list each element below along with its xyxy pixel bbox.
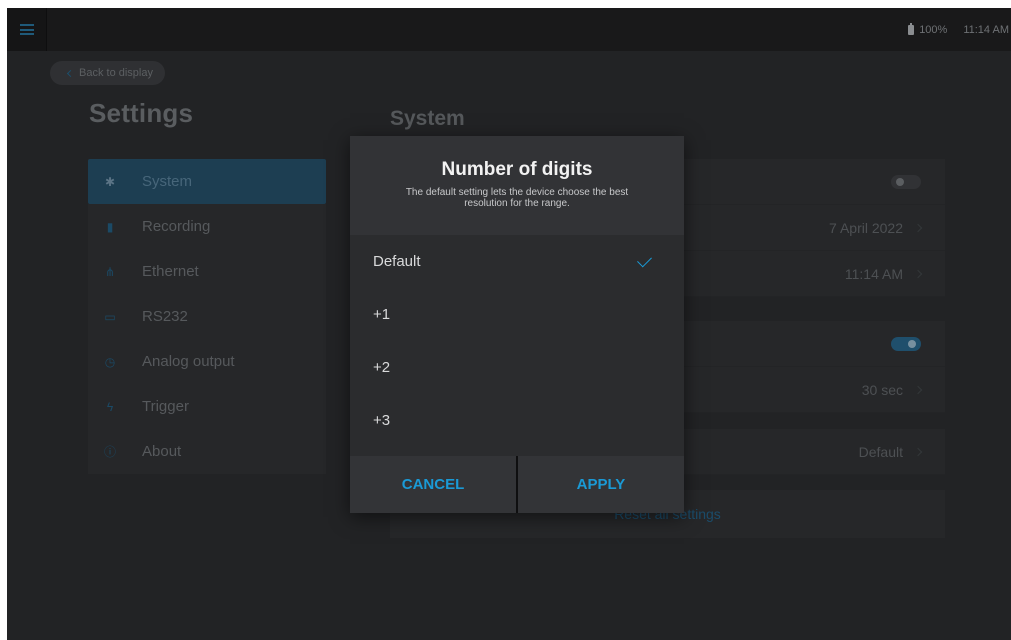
digit-options-list: Default +1 +2 +3 [350, 235, 684, 447]
chevron-right-icon [913, 269, 923, 278]
option-label: Default [373, 253, 421, 270]
hamburger-icon [19, 24, 34, 35]
network-icon: ⋔ [104, 264, 116, 279]
chevron-left-icon [66, 69, 75, 77]
check-icon [637, 252, 652, 267]
apply-button[interactable]: APPLY [518, 456, 684, 513]
sidebar-item-label: Recording [142, 218, 211, 235]
sidebar-item-rs232[interactable]: ▭ RS232 [88, 294, 326, 339]
battery-indicator: 100% [908, 22, 948, 36]
section-title: System [390, 107, 465, 130]
toggle-switch[interactable] [891, 174, 921, 189]
back-to-display-button[interactable]: Back to display [50, 61, 165, 85]
device-screen: 100% 11:14 AM Back to display Settings S… [7, 8, 1011, 640]
chevron-right-icon [913, 385, 923, 394]
sidebar-item-analog-output[interactable]: ◷ Analog output [88, 339, 326, 384]
option-default[interactable]: Default [350, 235, 684, 288]
chevron-right-icon [913, 223, 923, 232]
dialog-description: The default setting lets the device choo… [405, 187, 629, 209]
sidebar-item-label: Ethernet [142, 263, 199, 280]
dialog-title: Number of digits [441, 159, 593, 180]
option-plus-2[interactable]: +2 [350, 341, 684, 394]
dialog-actions: CANCEL APPLY [350, 456, 684, 513]
chevron-right-icon [913, 447, 923, 456]
dialog-header: Number of digits The default setting let… [350, 136, 684, 235]
sidebar-item-label: RS232 [142, 308, 188, 325]
sidebar-item-trigger[interactable]: ϟ Trigger [88, 384, 326, 429]
sidebar-item-ethernet[interactable]: ⋔ Ethernet [88, 249, 326, 294]
option-plus-3[interactable]: +3 [350, 394, 684, 447]
digits-value: Default [858, 443, 903, 460]
toggle-switch[interactable] [891, 336, 921, 351]
sidebar-item-label: About [142, 443, 182, 460]
sidebar-item-system[interactable]: ✱ System [88, 159, 326, 204]
top-bar: 100% 11:14 AM [7, 8, 1011, 51]
auto-off-value: 30 sec [861, 381, 903, 398]
info-icon: ⓘ [103, 445, 116, 459]
battery-level: 100% [919, 23, 948, 36]
number-of-digits-dialog: Number of digits The default setting let… [350, 136, 684, 513]
option-label: +1 [373, 306, 391, 323]
date-value: 7 April 2022 [829, 219, 903, 236]
sidebar-item-label: Analog output [142, 353, 235, 370]
page-title: Settings [89, 98, 194, 128]
back-button-label: Back to display [79, 67, 153, 79]
cancel-button[interactable]: CANCEL [350, 456, 516, 513]
status-area: 100% 11:14 AM [908, 8, 1011, 51]
file-icon: ▮ [106, 219, 114, 234]
bolt-icon: ϟ [106, 399, 114, 414]
battery-icon [908, 22, 915, 35]
option-plus-1[interactable]: +1 [350, 288, 684, 341]
option-label: +2 [373, 359, 391, 376]
sidebar-item-label: Trigger [142, 398, 189, 415]
gear-icon: ✱ [104, 174, 116, 189]
sidebar-item-label: System [142, 173, 193, 190]
menu-button[interactable] [7, 8, 47, 51]
settings-sidebar: ✱ System ▮ Recording ⋔ Ethernet ▭ RS232 … [88, 159, 326, 474]
clock: 11:14 AM [963, 23, 1009, 36]
option-label: +3 [373, 412, 391, 429]
serial-port-icon: ▭ [104, 309, 116, 324]
sidebar-item-about[interactable]: ⓘ About [88, 429, 326, 474]
sidebar-item-recording[interactable]: ▮ Recording [88, 204, 326, 249]
gauge-icon: ◷ [104, 354, 116, 369]
time-value: 11:14 AM [844, 265, 903, 282]
